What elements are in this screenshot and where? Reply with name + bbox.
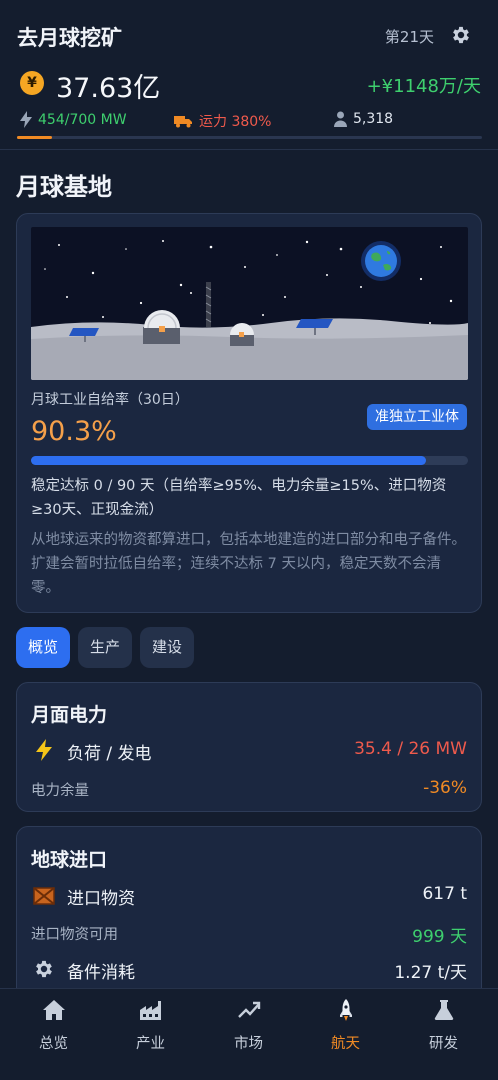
self-sufficiency-label: 月球工业自给率（30日）	[31, 392, 189, 408]
trend-icon	[238, 1001, 261, 1018]
self-sufficiency-value: 90.3%	[31, 416, 117, 447]
day-counter: 第21天	[384, 28, 434, 46]
import-days-label: 进口物资可用	[31, 927, 118, 943]
power-margin-value: -36%	[423, 778, 467, 798]
tab-bar: 概览 生产 建设	[16, 627, 195, 668]
tab-production[interactable]: 生产	[78, 627, 133, 668]
population-stat: 5,318	[334, 111, 393, 127]
section-title: 月球基地	[16, 173, 112, 201]
stability-goal-text: 稳定达标 0 / 90 天（自给率≥95%、电力余量≥15%、进口物资≥30天、…	[31, 478, 447, 518]
power-value: 454/700 MW	[38, 111, 127, 128]
spare-parts-label: 备件消耗	[67, 958, 135, 983]
import-goods-value: 617 t	[422, 884, 467, 904]
money-total: 37.63亿	[56, 73, 161, 104]
nav-research[interactable]: 研发	[394, 989, 493, 1080]
nav-overview[interactable]: 总览	[4, 989, 103, 1080]
factory-icon	[140, 1001, 161, 1020]
transport-stat: 运力 380%	[174, 111, 271, 131]
nav-industry[interactable]: 产业	[101, 989, 200, 1080]
nav-label: 总览	[39, 1036, 68, 1052]
self-sufficiency-bar	[31, 456, 468, 465]
import-goods-label: 进口物资	[67, 889, 135, 909]
card-title: 地球进口	[31, 849, 108, 871]
moon-base-card: 月球工业自给率（30日） 90.3% 准独立工业体 稳定达标 0 / 90 天（…	[16, 213, 482, 613]
spare-parts-label-prefix: 备	[67, 963, 84, 983]
nav-label: 航天	[331, 1036, 360, 1052]
lightning-icon	[20, 111, 32, 128]
gear-icon	[36, 960, 52, 978]
card-title: 月面电力	[31, 704, 108, 726]
transport-value: 运力 380%	[199, 114, 272, 130]
nav-label: 市场	[234, 1036, 263, 1052]
top-progress-track	[17, 136, 482, 139]
dome-small	[230, 323, 254, 346]
crate-icon	[33, 887, 55, 905]
tab-construction[interactable]: 建设	[140, 627, 195, 668]
power-stat: 454/700 MW	[20, 111, 127, 128]
population-value: 5,318	[353, 111, 394, 127]
load-generation-value: 35.4 / 26 MW	[354, 739, 467, 759]
tab-overview[interactable]: 概览	[16, 627, 71, 668]
truck-icon	[174, 115, 192, 127]
person-icon	[334, 111, 347, 127]
load-generation-label: 负荷 / 发电	[67, 744, 152, 764]
yen-coin-icon: ¥	[20, 71, 44, 95]
lightning-icon	[36, 739, 52, 761]
power-margin-label: 电力余量	[31, 783, 89, 799]
earth-icon	[365, 245, 397, 277]
self-sufficiency-bar-fill	[31, 456, 426, 465]
top-progress-fill	[17, 136, 52, 139]
moon-base-illustration	[31, 227, 468, 380]
import-days-value: 999 天	[412, 927, 467, 947]
flask-icon	[434, 1000, 454, 1020]
gear-icon[interactable]	[450, 24, 472, 46]
spare-parts-label-rest: 件消耗	[84, 963, 135, 983]
nav-label: 产业	[136, 1036, 165, 1052]
import-note-text: 从地球运来的物资都算进口，包括本地建造的进口部分和电子备件。扩建会暂时拉低自给率…	[31, 532, 466, 596]
spare-parts-value: 1.27 t/天	[394, 963, 467, 983]
app-title: 去月球挖矿	[17, 26, 122, 50]
nav-aerospace[interactable]: 航天	[296, 989, 395, 1080]
nav-market[interactable]: 市场	[199, 989, 298, 1080]
lunar-power-card: 月面电力 负荷 / 发电 35.4 / 26 MW 电力余量 -36%	[16, 682, 482, 812]
status-badge: 准独立工业体	[367, 404, 467, 430]
nav-label: 研发	[429, 1036, 458, 1052]
rocket-icon	[340, 999, 352, 1021]
bottom-navigation: 总览 产业 市场 航天 研发	[0, 988, 498, 1080]
top-status-bar: 去月球挖矿 第21天 ¥ 37.63亿 +¥1148万/天 454/700 MW…	[0, 0, 498, 150]
home-icon	[43, 1000, 65, 1020]
daily-income: +¥1148万/天	[366, 76, 481, 97]
